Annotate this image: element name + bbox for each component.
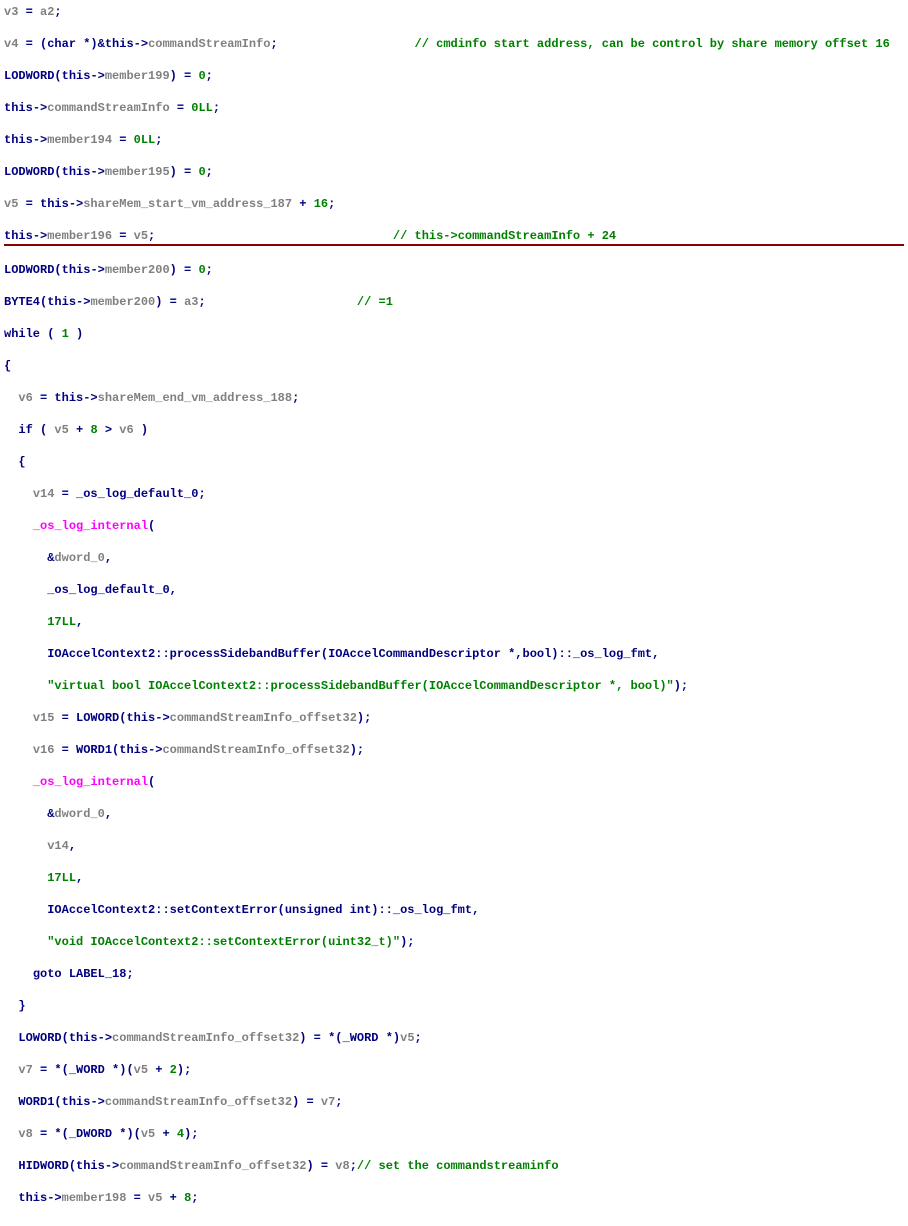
- code-line: v14 = _os_log_default_0;: [4, 486, 904, 502]
- code-line: {: [4, 454, 904, 470]
- code-line: this->member198 = v5 + 8;: [4, 1190, 904, 1206]
- code-line: v8 = *(_DWORD *)(v5 + 4);: [4, 1126, 904, 1142]
- code-line: v14,: [4, 838, 904, 854]
- code-line: _os_log_default_0,: [4, 582, 904, 598]
- code-line: "void IOAccelContext2::setContextError(u…: [4, 934, 904, 950]
- code-line: this->commandStreamInfo = 0LL;: [4, 100, 904, 116]
- code-line: {: [4, 358, 904, 374]
- code-line: LODWORD(this->member200) = 0;: [4, 262, 904, 278]
- decompiled-code-block: v3 = a2; v4 = (char *)&this->commandStre…: [4, 4, 904, 1222]
- code-line: v7 = *(_WORD *)(v5 + 2);: [4, 1062, 904, 1078]
- code-line: }: [4, 998, 904, 1014]
- code-line: _os_log_internal(: [4, 518, 904, 534]
- code-line: IOAccelContext2::processSidebandBuffer(I…: [4, 646, 904, 662]
- code-line: "virtual bool IOAccelContext2::processSi…: [4, 678, 904, 694]
- code-line: 17LL,: [4, 614, 904, 630]
- code-line: v4 = (char *)&this->commandStreamInfo; /…: [4, 36, 904, 52]
- code-line: LODWORD(this->member195) = 0;: [4, 164, 904, 180]
- code-line: &dword_0,: [4, 550, 904, 566]
- code-line: LODWORD(this->member199) = 0;: [4, 68, 904, 84]
- code-line: v16 = WORD1(this->commandStreamInfo_offs…: [4, 742, 904, 758]
- comment: // this->commandStreamInfo + 24: [393, 229, 616, 243]
- code-line: v6 = this->shareMem_end_vm_address_188;: [4, 390, 904, 406]
- code-line: _os_log_internal(: [4, 774, 904, 790]
- code-line-highlighted: this->member196 = v5; // this->commandSt…: [4, 228, 904, 246]
- code-line: HIDWORD(this->commandStreamInfo_offset32…: [4, 1158, 904, 1174]
- code-line: IOAccelContext2::setContextError(unsigne…: [4, 902, 904, 918]
- code-line: this->member194 = 0LL;: [4, 132, 904, 148]
- code-line: BYTE4(this->member200) = a3; // =1: [4, 294, 904, 310]
- code-line: if ( v5 + 8 > v6 ): [4, 422, 904, 438]
- code-line: v3 = a2;: [4, 4, 904, 20]
- comment: // =1: [357, 295, 393, 309]
- comment: // set the commandstreaminfo: [357, 1159, 559, 1173]
- code-line: &dword_0,: [4, 806, 904, 822]
- code-line: LOWORD(this->commandStreamInfo_offset32)…: [4, 1030, 904, 1046]
- comment: // cmdinfo start address, can be control…: [415, 37, 890, 51]
- code-line: WORD1(this->commandStreamInfo_offset32) …: [4, 1094, 904, 1110]
- code-line: goto LABEL_18;: [4, 966, 904, 982]
- code-line: while ( 1 ): [4, 326, 904, 342]
- code-line: v5 = this->shareMem_start_vm_address_187…: [4, 196, 904, 212]
- code-line: v15 = LOWORD(this->commandStreamInfo_off…: [4, 710, 904, 726]
- code-line: 17LL,: [4, 870, 904, 886]
